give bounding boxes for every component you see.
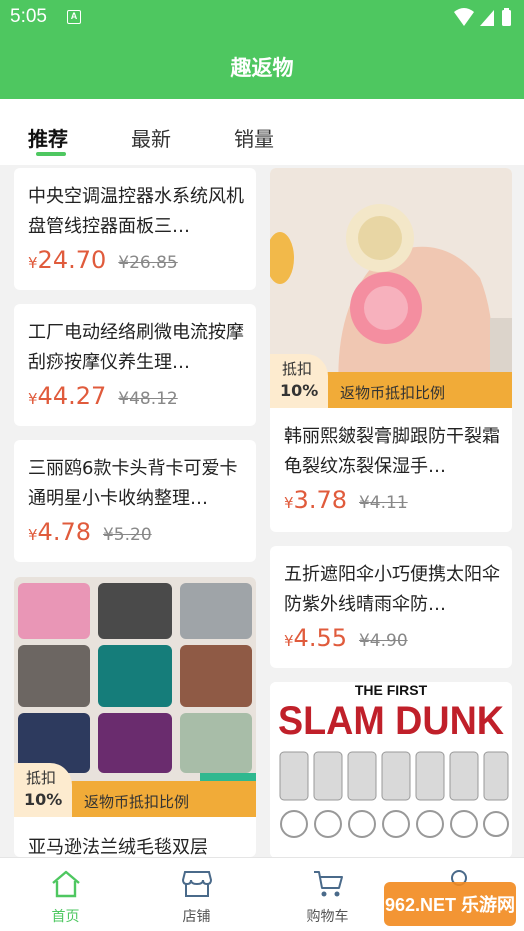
page-title: 趣返物 (230, 56, 294, 80)
deduction-text: 返物币抵扣比例 (84, 793, 190, 811)
cart-icon (313, 871, 343, 897)
product-name: 工厂电动经络刷微电流按摩刮痧按摩仪养生理… (28, 322, 244, 373)
image-caption-line1: THE FIRST (355, 682, 428, 698)
product-price: ¥4.78 ¥5.20 (28, 518, 152, 546)
system-status-icons (454, 8, 511, 26)
active-tab-indicator (36, 152, 66, 156)
deduction-badge: 抵扣 10% (14, 763, 72, 817)
site-watermark: 962.NET 乐游网 (384, 882, 516, 926)
deduction-text: 返物币抵扣比例 (340, 384, 446, 402)
current-price: 4.78 (37, 518, 91, 546)
nav-store-label: 店铺 (182, 909, 211, 925)
signal-icon (480, 10, 494, 26)
original-price: ¥26.85 (118, 253, 178, 273)
tab-newest[interactable]: 最新 (131, 123, 171, 152)
product-card[interactable]: 三丽鸥6款卡头背卡可爱卡通明星小卡收纳整理… ¥4.78 ¥5.20 (14, 440, 256, 562)
product-name: 中央空调温控器水系统风机盘管线控器面板三… (28, 186, 244, 237)
original-price: ¥5.20 (102, 525, 152, 545)
clock: 5:05 (10, 6, 47, 27)
product-name: 三丽鸥6款卡头背卡可爱卡通明星小卡收纳整理… (28, 458, 238, 509)
tab-recommend[interactable]: 推荐 (28, 123, 68, 152)
deduction-badge: 抵扣 10% (270, 354, 328, 408)
wifi-icon (454, 8, 474, 26)
slam-dunk-keychains-photo: THE FIRST SLAM DUNK (270, 682, 512, 858)
original-price: ¥4.11 (358, 493, 408, 513)
product-card[interactable]: 返物币抵扣比例 抵扣 10% 韩丽熙皴裂膏脚跟防干裂霜龟裂纹冻裂保湿手… ¥3.… (270, 168, 512, 532)
image-caption-line2: SLAM DUNK (278, 699, 504, 743)
current-price: 24.70 (37, 246, 107, 274)
category-tabs: 推荐 最新 销量 (0, 99, 524, 165)
product-card[interactable]: 五折遮阳伞小巧便携太阳伞防紫外线晴雨伞防… ¥4.55 ¥4.90 (270, 546, 512, 668)
product-name: 韩丽熙皴裂膏脚跟防干裂霜龟裂纹冻裂保湿手… (284, 426, 500, 477)
current-price: 4.55 (293, 624, 347, 652)
original-price: ¥48.12 (118, 389, 178, 409)
product-card[interactable]: THE FIRST SLAM DUNK (270, 682, 512, 858)
deduction-label: 抵扣 (282, 360, 313, 378)
product-card[interactable]: 返物币抵扣比例 抵扣 10% 亚马逊法兰绒毛毯双层 (14, 577, 256, 857)
product-name: 五折遮阳伞小巧便携太阳伞防紫外线晴雨伞防… (284, 564, 500, 615)
status-bar: 5:05 A (0, 0, 524, 36)
watermark-text: 962.NET 乐游网 (385, 894, 515, 915)
current-price: 44.27 (37, 382, 107, 410)
nav-cart[interactable]: 购物车 (262, 858, 393, 931)
product-price: ¥24.70 ¥26.85 (28, 246, 178, 274)
deduction-label: 抵扣 (26, 769, 57, 787)
home-icon (51, 870, 80, 898)
product-card[interactable]: 工厂电动经络刷微电流按摩刮痧按摩仪养生理… ¥44.27 ¥48.12 (14, 304, 256, 426)
app-header: 5:05 A 趣返物 (0, 0, 524, 99)
current-price: 3.78 (293, 486, 347, 514)
product-price: ¥44.27 ¥48.12 (28, 382, 178, 410)
battery-icon (502, 10, 511, 26)
nav-cart-label: 购物车 (306, 909, 349, 925)
deduction-percent: 10% (24, 790, 63, 809)
nav-home[interactable]: 首页 (0, 858, 131, 931)
product-price: ¥3.78 ¥4.11 (284, 486, 408, 514)
notification-icon: A (67, 10, 81, 24)
product-card[interactable]: 中央空调温控器水系统风机盘管线控器面板三… ¥24.70 ¥26.85 (14, 168, 256, 290)
nav-store[interactable]: 店铺 (131, 858, 262, 931)
product-price: ¥4.55 ¥4.90 (284, 624, 408, 652)
original-price: ¥4.90 (358, 631, 408, 651)
nav-home-label: 首页 (51, 909, 80, 925)
store-icon (181, 871, 212, 897)
tab-sales[interactable]: 销量 (234, 123, 274, 152)
deduction-percent: 10% (280, 381, 319, 400)
product-name: 亚马逊法兰绒毛毯双层 (28, 837, 208, 857)
